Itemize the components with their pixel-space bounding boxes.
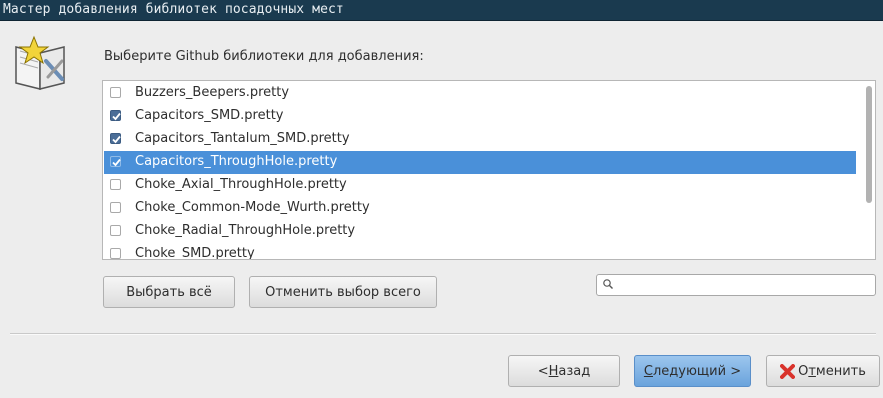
list-item[interactable]: Choke_Common-Mode_Wurth.pretty	[104, 197, 856, 220]
cancel-button[interactable]: От менить	[766, 355, 880, 387]
library-checkbox[interactable]	[110, 248, 121, 259]
library-name: Choke_Axial_ThroughHole.pretty	[135, 177, 347, 192]
library-checkbox[interactable]	[110, 133, 121, 144]
search-input[interactable]	[596, 274, 876, 296]
window-title: Мастер добавления библиотек посадочных м…	[3, 2, 344, 17]
cancel-label: менить	[815, 363, 866, 379]
library-name: Choke_SMD.pretty	[135, 246, 255, 260]
title-bar[interactable]: Мастер добавления библиотек посадочных м…	[0, 0, 883, 21]
unselect-all-button[interactable]: Отменить выбор всего	[249, 276, 437, 308]
wizard-book-icon	[10, 33, 72, 95]
next-label: ледующий >	[652, 363, 742, 379]
search-icon	[602, 278, 614, 294]
back-button[interactable]: < Назад	[508, 355, 620, 387]
select-all-button[interactable]: Выбрать всё	[103, 276, 235, 308]
scrollbar-thumb[interactable]	[866, 86, 872, 203]
unselect-all-label: Отменить выбор всего	[265, 284, 421, 300]
library-checkbox[interactable]	[110, 87, 121, 98]
library-name: Buzzers_Beepers.pretty	[135, 85, 290, 100]
library-checkbox[interactable]	[110, 202, 121, 213]
select-all-label: Выбрать всё	[126, 284, 212, 300]
cancel-mnemonic: т	[808, 363, 816, 379]
list-item[interactable]: Capacitors_ThroughHole.pretty	[104, 151, 856, 174]
library-name: Capacitors_ThroughHole.pretty	[135, 154, 338, 169]
library-checkbox[interactable]	[110, 179, 121, 190]
back-label: азад	[558, 363, 591, 379]
list-item[interactable]: Choke_SMD.pretty	[104, 243, 856, 260]
list-item[interactable]: Buzzers_Beepers.pretty	[104, 82, 856, 105]
list-item[interactable]: Choke_Radial_ThroughHole.pretty	[104, 220, 856, 243]
library-name: Choke_Common-Mode_Wurth.pretty	[135, 200, 370, 215]
library-checkbox[interactable]	[110, 156, 121, 167]
back-prefix: <	[537, 363, 549, 379]
list-item[interactable]: Capacitors_Tantalum_SMD.pretty	[104, 128, 856, 151]
library-list[interactable]: Buzzers_Beepers.pretty Capacitors_SMD.pre…	[102, 80, 876, 260]
cancel-icon	[780, 363, 796, 379]
library-name: Capacitors_SMD.pretty	[135, 108, 284, 123]
back-mnemonic: Н	[548, 363, 559, 379]
next-mnemonic: С	[643, 363, 653, 379]
cancel-prefix: О	[798, 363, 809, 379]
library-name: Capacitors_Tantalum_SMD.pretty	[135, 131, 350, 146]
library-name: Choke_Radial_ThroughHole.pretty	[135, 223, 356, 238]
list-scrollbar[interactable]	[862, 83, 873, 257]
next-button[interactable]: Следующий >	[634, 355, 751, 387]
list-item[interactable]: Capacitors_SMD.pretty	[104, 105, 856, 128]
library-prompt: Выберите Github библиотеки для добавлени…	[104, 49, 424, 64]
library-checkbox[interactable]	[110, 110, 121, 121]
separator	[10, 333, 876, 335]
list-item[interactable]: Choke_Axial_ThroughHole.pretty	[104, 174, 856, 197]
library-checkbox[interactable]	[110, 225, 121, 236]
